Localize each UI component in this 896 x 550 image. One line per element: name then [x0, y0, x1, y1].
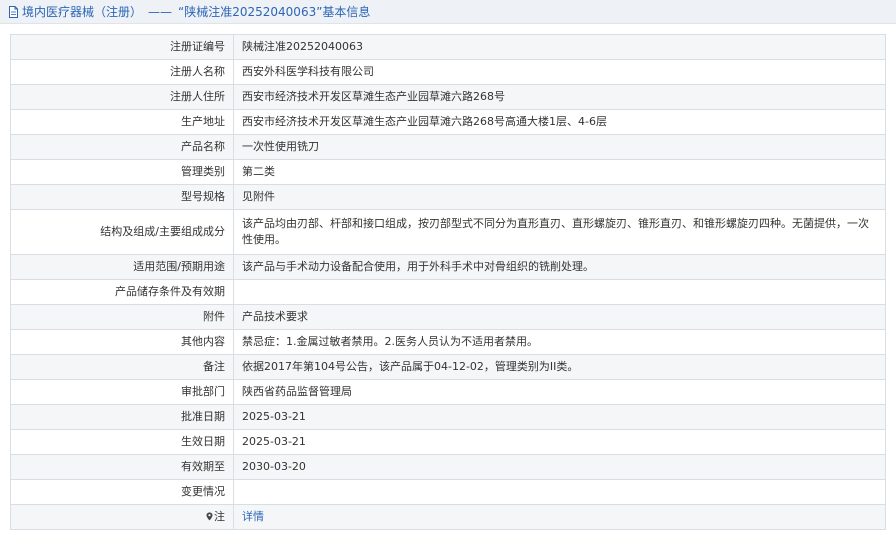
- row-label: 有效期至: [10, 454, 234, 480]
- info-row: 管理类别 第二类: [10, 159, 886, 185]
- info-row: 结构及组成/主要组成成分 该产品均由刃部、杆部和接口组成，按刃部型式不同分为直形直…: [10, 209, 886, 255]
- row-value: 该产品均由刃部、杆部和接口组成，按刃部型式不同分为直形直刃、直形螺旋刃、锥形直刃…: [233, 209, 886, 255]
- info-row: 型号规格 见附件: [10, 184, 886, 210]
- location-pin-icon: [206, 512, 213, 521]
- info-row: 注册人名称 西安外科医学科技有限公司: [10, 59, 886, 85]
- row-label: 其他内容: [10, 329, 234, 355]
- row-label: 注册人名称: [10, 59, 234, 85]
- row-label: 管理类别: [10, 159, 234, 185]
- row-value: [233, 479, 886, 505]
- row-value: 2025-03-21: [233, 429, 886, 455]
- info-row: 产品名称 一次性使用铣刀: [10, 134, 886, 160]
- row-label: 产品名称: [10, 134, 234, 160]
- info-row: 产品储存条件及有效期: [10, 279, 886, 305]
- row-value: 见附件: [233, 184, 886, 210]
- info-row: 注册证编号 陕械注准20252040063: [10, 34, 886, 60]
- row-label: 注册人住所: [10, 84, 234, 110]
- row-label: 结构及组成/主要组成成分: [10, 209, 234, 255]
- row-value: 禁忌症：1.金属过敏者禁用。2.医务人员认为不适用者禁用。: [233, 329, 886, 355]
- row-value: 产品技术要求: [233, 304, 886, 330]
- document-icon: [9, 5, 18, 18]
- row-value: 2025-03-21: [233, 404, 886, 430]
- row-label: 变更情况: [10, 479, 234, 505]
- row-label: 批准日期: [10, 404, 234, 430]
- row-label: 备注: [10, 354, 234, 380]
- info-row: 其他内容 禁忌症：1.金属过敏者禁用。2.医务人员认为不适用者禁用。: [10, 329, 886, 355]
- header-separator: ——: [148, 4, 173, 19]
- note-row: 注 详情: [10, 504, 886, 530]
- info-row: 生产地址 西安市经济技术开发区草滩生态产业园草滩六路268号高通大楼1层、4-6层: [10, 109, 886, 135]
- row-label: 生产地址: [10, 109, 234, 135]
- info-row: 注册人住所 西安市经济技术开发区草滩生态产业园草滩六路268号: [10, 84, 886, 110]
- info-row: 有效期至 2030-03-20: [10, 454, 886, 480]
- note-label: 注: [214, 510, 225, 523]
- row-value: 一次性使用铣刀: [233, 134, 886, 160]
- header-record-title: “陕械注准20252040063”基本信息: [178, 5, 371, 19]
- note-value-cell: 详情: [233, 504, 886, 530]
- page-header: 境内医疗器械（注册） —— “陕械注准20252040063”基本信息: [0, 0, 896, 24]
- row-label: 产品储存条件及有效期: [10, 279, 234, 305]
- row-value: 西安外科医学科技有限公司: [233, 59, 886, 85]
- row-label: 适用范围/预期用途: [10, 254, 234, 280]
- row-value: 陕械注准20252040063: [233, 34, 886, 60]
- info-row: 生效日期 2025-03-21: [10, 429, 886, 455]
- row-value: [233, 279, 886, 305]
- row-label: 注册证编号: [10, 34, 234, 60]
- info-row: 批准日期 2025-03-21: [10, 404, 886, 430]
- header-category: 境内医疗器械（注册）: [22, 5, 143, 19]
- row-value: 陕西省药品监督管理局: [233, 379, 886, 405]
- row-value: 该产品与手术动力设备配合使用，用于外科手术中对骨组织的铣削处理。: [233, 254, 886, 280]
- info-row: 审批部门 陕西省药品监督管理局: [10, 379, 886, 405]
- info-row: 适用范围/预期用途 该产品与手术动力设备配合使用，用于外科手术中对骨组织的铣削处理…: [10, 254, 886, 280]
- info-row: 变更情况: [10, 479, 886, 505]
- row-label: 生效日期: [10, 429, 234, 455]
- row-label: 审批部门: [10, 379, 234, 405]
- note-label-cell: 注: [10, 504, 234, 530]
- info-row: 备注 依据2017年第104号公告，该产品属于04-12-02，管理类别为II类。: [10, 354, 886, 380]
- row-value: 2030-03-20: [233, 454, 886, 480]
- row-value: 西安市经济技术开发区草滩生态产业园草滩六路268号高通大楼1层、4-6层: [233, 109, 886, 135]
- row-value: 依据2017年第104号公告，该产品属于04-12-02，管理类别为II类。: [233, 354, 886, 380]
- details-link[interactable]: 详情: [242, 510, 264, 523]
- row-value: 西安市经济技术开发区草滩生态产业园草滩六路268号: [233, 84, 886, 110]
- row-value: 第二类: [233, 159, 886, 185]
- info-row: 附件 产品技术要求: [10, 304, 886, 330]
- row-label: 附件: [10, 304, 234, 330]
- row-label: 型号规格: [10, 184, 234, 210]
- info-table: 注册证编号 陕械注准20252040063 注册人名称 西安外科医学科技有限公司 注册人…: [10, 34, 886, 530]
